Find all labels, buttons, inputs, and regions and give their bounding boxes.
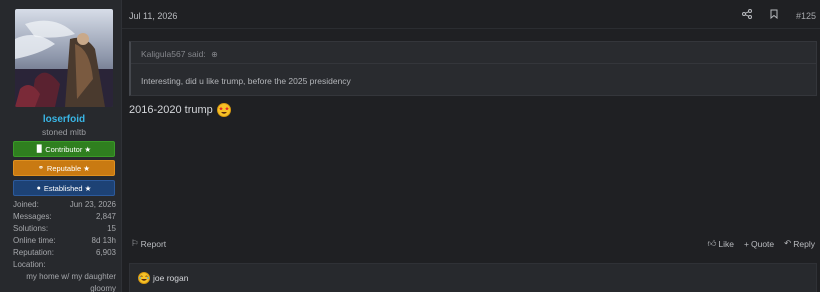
avatar[interactable] [15, 9, 113, 107]
user-stats: Joined: Jun 23, 2026 Messages: 2,847 Sol… [13, 199, 116, 292]
quote-author-link[interactable]: Kaligula567 said: ⊕ [141, 49, 218, 59]
stat-label: Location: [13, 260, 46, 269]
contributor-badge[interactable]: ▉ Contributor ★ [13, 141, 115, 157]
stat-messages: Messages: 2,847 [13, 211, 116, 223]
post-header-actions: #125 [741, 9, 816, 22]
stat-value: 6,903 [95, 248, 116, 257]
plus-icon: + [744, 238, 749, 249]
location-line-1: my home w/ my daughter [26, 272, 116, 281]
reputable-badge[interactable]: ⚭ Reputable ★ [13, 160, 115, 176]
quote-text: Interesting, did u like trump, before th… [141, 76, 351, 86]
like-label: Like [718, 238, 735, 249]
reply-button[interactable]: ↶ Reply [784, 238, 815, 249]
laughing-emoji-icon [138, 272, 150, 284]
stat-label: Reputation: [13, 248, 54, 257]
location-line-2: gloomy [90, 284, 116, 292]
message-text: 2016-2020 trump [129, 104, 213, 116]
reply-label: Reply [793, 238, 815, 249]
thumbs-up-icon: 👍︎ [707, 238, 717, 248]
stat-value: 8d 13h [91, 236, 116, 245]
jump-arrow-icon[interactable]: ⊕ [211, 50, 218, 59]
star-struck-emoji-icon [216, 103, 231, 117]
stat-solutions: Solutions: 15 [13, 223, 116, 235]
stat-label: Messages: [13, 212, 52, 221]
like-button[interactable]: 👍︎ Like [708, 238, 734, 249]
stat-label: Solutions: [13, 224, 49, 233]
post-actions: 👍︎ Like + Quote ↶ Reply [708, 238, 815, 249]
stat-online-time: Online time: 8d 13h [13, 235, 116, 247]
quote-label: Quote [750, 238, 775, 249]
username-link[interactable]: loserfoid [0, 114, 128, 125]
badge-label: Established ★ [43, 183, 92, 193]
established-badge[interactable]: ● Established ★ [13, 180, 115, 196]
stat-label: Online time: [13, 236, 56, 245]
post-number-link[interactable]: #125 [796, 11, 816, 21]
header-divider [122, 28, 820, 29]
signature: joe rogan [129, 263, 817, 292]
quote-author: Kaligula567 said: [141, 49, 206, 59]
badge-label: Reputable ★ [46, 163, 90, 173]
report-button[interactable]: ⚐ Report [131, 238, 166, 249]
quote-block: Kaligula567 said: ⊕ Interesting, did u l… [129, 41, 817, 96]
bookmark-icon[interactable] [770, 9, 778, 22]
report-label: Report [140, 238, 167, 249]
stat-joined: Joined: Jun 23, 2026 [13, 199, 116, 211]
reply-arrow-icon: ↶ [784, 238, 792, 248]
flag-icon: ⚐ [131, 238, 139, 248]
signature-content: joe rogan [138, 272, 188, 284]
badge-label: Contributor ★ [45, 144, 92, 154]
user-icon: ● [36, 184, 41, 192]
post-message: 2016-2020 trump [129, 103, 231, 117]
forum-post: loserfoid stoned mltb ▉ Contributor ★ ⚭ … [0, 0, 820, 292]
book-icon: ▉ [36, 146, 43, 153]
post-date[interactable]: Jul 11, 2026 [129, 11, 177, 21]
user-title: stoned mltb [42, 127, 86, 137]
stat-location: Location: [13, 259, 116, 271]
share-icon[interactable] [741, 9, 752, 22]
stat-label: Joined: [13, 200, 39, 209]
quote-button[interactable]: + Quote [744, 238, 774, 249]
stat-value[interactable]: 2,847 [96, 211, 116, 223]
quote-divider [131, 63, 816, 64]
stat-reputation: Reputation: 6,903 [13, 247, 116, 259]
user-sidebar: loserfoid stoned mltb ▉ Contributor ★ ⚭ … [0, 0, 122, 292]
handshake-icon: ⚭ [38, 165, 44, 172]
signature-text: joe rogan [153, 273, 189, 283]
stat-value: Jun 23, 2026 [69, 200, 116, 209]
stat-value: 15 [107, 224, 116, 233]
